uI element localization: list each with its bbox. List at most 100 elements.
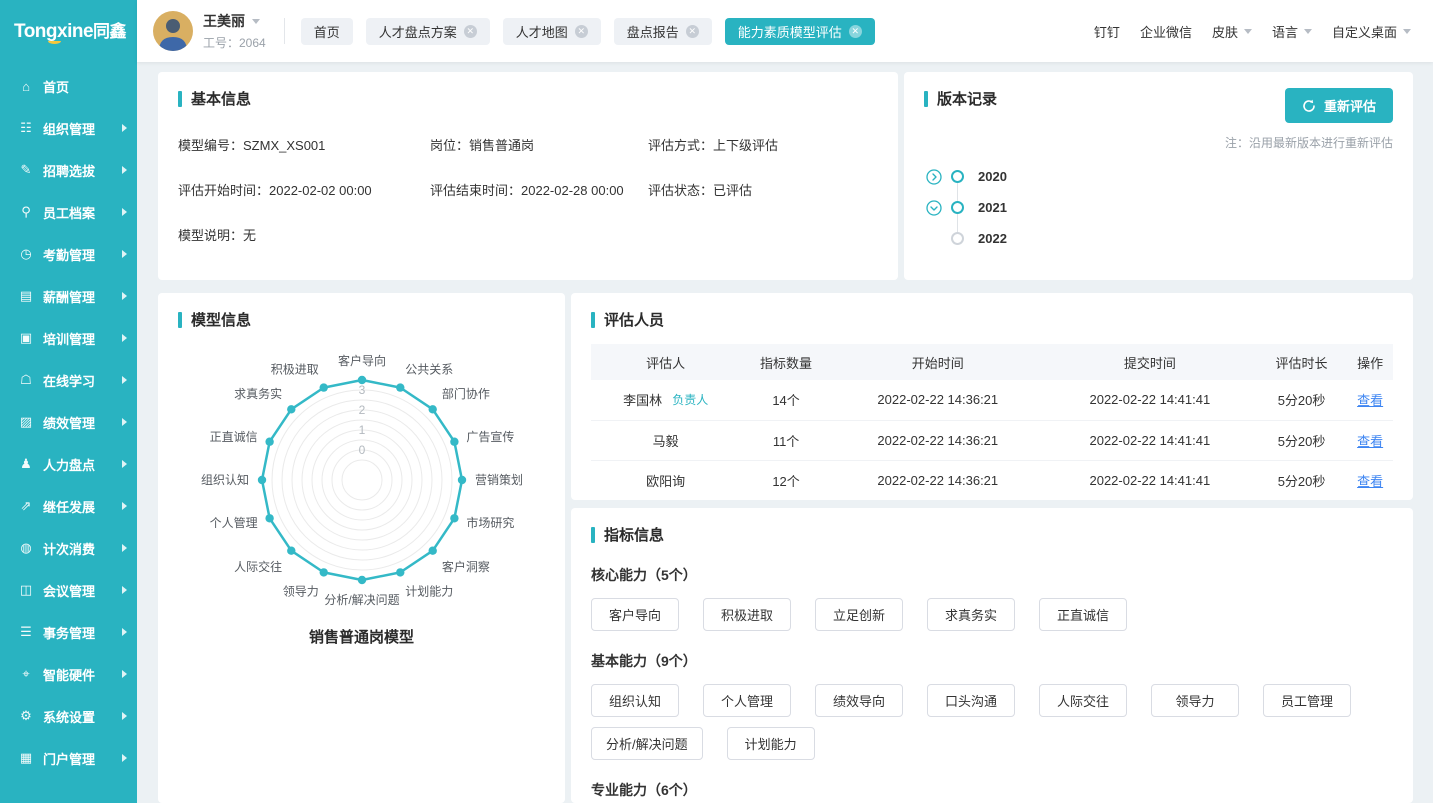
evaluator-name: 欧阳询 — [646, 471, 685, 490]
version-record-card: 版本记录 重新评估 注：沿用最新版本进行重新评估 — [904, 72, 1413, 280]
svg-text:客户导向: 客户导向 — [338, 353, 386, 368]
user-menu[interactable]: 王美丽 工号：2064 — [153, 11, 266, 51]
timeline-year[interactable]: 2021 — [978, 200, 1007, 215]
indicator-count-cell: 12个 — [740, 460, 831, 500]
sidebar-item-label: 薪酬管理 — [43, 287, 122, 306]
sidebar-item-系统设置[interactable]: ⚙系统设置 — [0, 695, 137, 737]
indicator-tag-客户导向: 客户导向 — [591, 598, 679, 631]
chevron-right-icon — [122, 124, 127, 132]
close-icon[interactable]: ✕ — [575, 25, 588, 38]
avatar[interactable] — [153, 11, 193, 51]
indicator-tag-list: 客户导向积极进取立足创新求真务实正直诚信 — [591, 598, 1393, 631]
collapse-icon[interactable] — [926, 200, 942, 216]
duration-cell: 5分20秒 — [1256, 420, 1347, 460]
indicator-tag-组织认知: 组织认知 — [591, 684, 679, 717]
sidebar-item-label: 培训管理 — [43, 329, 122, 348]
submit-time-cell: 2022-02-22 14:41:41 — [1044, 420, 1256, 460]
topbar-link-皮肤[interactable]: 皮肤 — [1212, 22, 1252, 41]
sidebar-item-事务管理[interactable]: ☰事务管理 — [0, 611, 137, 653]
sidebar-item-label: 招聘选拔 — [43, 161, 122, 180]
sidebar-item-label: 继任发展 — [43, 497, 122, 516]
sidebar-item-招聘选拔[interactable]: ✎招聘选拔 — [0, 149, 137, 191]
chevron-right-icon — [122, 670, 127, 678]
svg-text:1: 1 — [359, 423, 366, 437]
expand-icon[interactable] — [926, 169, 942, 185]
indicator-tag-计划能力: 计划能力 — [727, 727, 815, 760]
view-link[interactable]: 查看 — [1357, 474, 1383, 489]
close-icon[interactable]: ✕ — [849, 25, 862, 38]
timeline-year[interactable]: 2022 — [978, 231, 1007, 246]
sidebar-item-组织管理[interactable]: ☷组织管理 — [0, 107, 137, 149]
settings-icon: ⚙ — [18, 708, 34, 724]
table-row: 李国林负责人14个2022-02-22 14:36:212022-02-22 1… — [591, 380, 1393, 420]
sidebar-item-员工档案[interactable]: ⚲员工档案 — [0, 191, 137, 233]
tab-人才地图[interactable]: 人才地图✕ — [503, 18, 601, 45]
view-link[interactable]: 查看 — [1357, 434, 1383, 449]
tab-能力素质模型评估[interactable]: 能力素质模型评估 ✕ — [725, 18, 875, 45]
sidebar-item-智能硬件[interactable]: ⌖智能硬件 — [0, 653, 137, 695]
succession-icon: ⇗ — [18, 498, 34, 514]
start-time-cell: 2022-02-22 14:36:21 — [832, 420, 1044, 460]
sidebar-item-计次消费[interactable]: ◍计次消费 — [0, 527, 137, 569]
indicator-count-cell: 11个 — [740, 420, 831, 460]
topbar-link-自定义桌面[interactable]: 自定义桌面 — [1332, 22, 1411, 41]
close-icon[interactable]: ✕ — [686, 25, 699, 38]
svg-text:广告宣传: 广告宣传 — [466, 429, 514, 444]
field-value: 销售普通岗 — [469, 138, 534, 153]
field-评估方式: 评估方式：上下级评估 — [648, 135, 878, 154]
sidebar-item-首页[interactable]: ⌂首页 — [0, 65, 137, 107]
re-evaluate-button[interactable]: 重新评估 — [1285, 88, 1393, 123]
hr-inventory-icon: ♟ — [18, 456, 34, 472]
topbar-links: 钉钉 企业微信 皮肤 语言 自定义桌面 — [1094, 22, 1411, 41]
main-area: 王美丽 工号：2064 首页人才盘点方案✕ 人才地图✕ 盘点报告✕ 能力素质模型评估 ✕… — [137, 0, 1433, 803]
topbar-link-企业微信[interactable]: 企业微信 — [1140, 22, 1192, 41]
timeline-year[interactable]: 2020 — [978, 169, 1007, 184]
sidebar-item-继任发展[interactable]: ⇗ 继任发展 — [0, 485, 137, 527]
close-icon[interactable]: ✕ — [464, 25, 477, 38]
meeting-icon: ◫ — [18, 582, 34, 598]
evaluators-table: 评估人指标数量开始时间提交时间评估时长操作 李国林负责人14个2022-02-2… — [591, 344, 1393, 500]
indicator-group-label: 专业能力（6个） — [591, 780, 1393, 800]
divider — [284, 18, 285, 44]
chevron-right-icon — [122, 628, 127, 636]
timeline-node — [951, 232, 964, 245]
sidebar-item-绩效管理[interactable]: ▨绩效管理 — [0, 401, 137, 443]
evaluators-card: 评估人员 评估人指标数量开始时间提交时间评估时长操作 李国林负责人14个2022… — [571, 293, 1413, 500]
topbar: 王美丽 工号：2064 首页人才盘点方案✕ 人才地图✕ 盘点报告✕ 能力素质模型评估 ✕… — [137, 0, 1433, 62]
evaluator-name-cell: 马毅 — [591, 420, 740, 460]
sidebar-item-考勤管理[interactable]: ◷考勤管理 — [0, 233, 137, 275]
user-meta: 王美丽 工号：2064 — [203, 11, 266, 51]
indicators-title: 指标信息 — [591, 524, 1393, 545]
chevron-right-icon — [122, 166, 127, 174]
start-time-cell: 2022-02-22 14:36:21 — [832, 460, 1044, 500]
tab-首页[interactable]: 首页 — [301, 18, 353, 45]
indicators-card: 指标信息 核心能力（5个）客户导向积极进取立足创新求真务实正直诚信基本能力（9个… — [571, 508, 1413, 803]
svg-text:组织认知: 组织认知 — [201, 473, 249, 487]
app-logo[interactable]: Tongxine同鑫 — [0, 0, 137, 49]
indicator-tag-求真务实: 求真务实 — [927, 598, 1015, 631]
view-link[interactable]: 查看 — [1357, 393, 1383, 408]
chevron-right-icon — [122, 250, 127, 258]
sidebar-item-薪酬管理[interactable]: ▤薪酬管理 — [0, 275, 137, 317]
topbar-link-钉钉[interactable]: 钉钉 — [1094, 22, 1120, 41]
sidebar-item-人力盘点[interactable]: ♟人力盘点 — [0, 443, 137, 485]
sidebar-item-label: 考勤管理 — [43, 245, 122, 264]
indicator-group-label: 核心能力（5个） — [591, 565, 1393, 585]
sidebar-item-在线学习[interactable]: ☖在线学习 — [0, 359, 137, 401]
sidebar-item-门户管理[interactable]: ▦门户管理 — [0, 737, 137, 779]
tab-人才盘点方案[interactable]: 人才盘点方案✕ — [366, 18, 490, 45]
chevron-down-icon — [252, 19, 260, 24]
field-评估结束时间: 评估结束时间：2022-02-28 00:00 — [430, 180, 648, 199]
evaluator-name-cell: 欧阳询 — [591, 460, 740, 500]
svg-text:分析/解决问题: 分析/解决问题 — [324, 593, 399, 607]
sidebar-item-培训管理[interactable]: ▣ 培训管理 — [0, 317, 137, 359]
tab-label: 能力素质模型评估 — [738, 22, 842, 41]
training-icon: ▣ — [18, 330, 34, 346]
svg-text:营销策划: 营销策划 — [475, 473, 523, 487]
topbar-link-语言[interactable]: 语言 — [1272, 22, 1312, 41]
title-bar-accent — [178, 312, 182, 328]
tab-盘点报告[interactable]: 盘点报告✕ — [614, 18, 712, 45]
topbar-link-label: 皮肤 — [1212, 22, 1238, 41]
sidebar-item-会议管理[interactable]: ◫会议管理 — [0, 569, 137, 611]
sidebar-item-label: 在线学习 — [43, 371, 122, 390]
